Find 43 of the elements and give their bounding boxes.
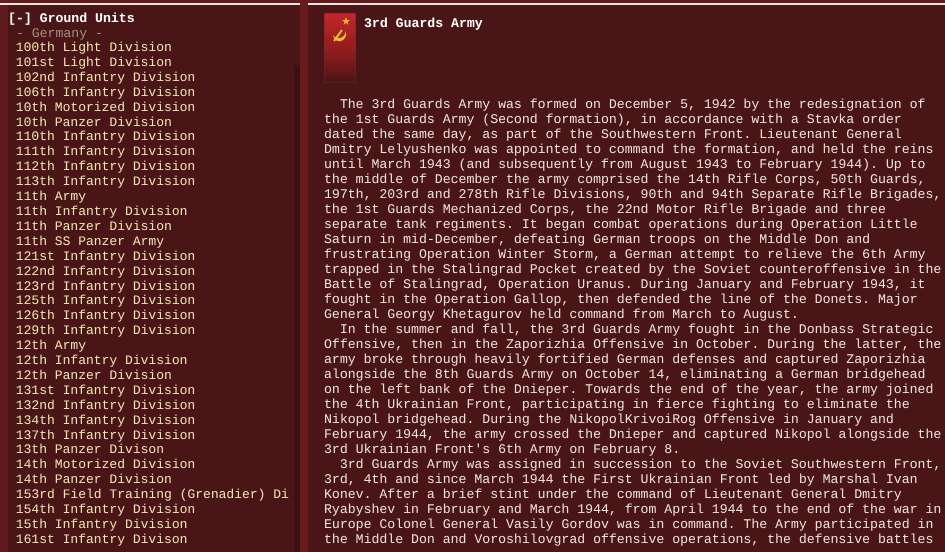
unit-list-item[interactable]: 11th Panzer Division — [8, 220, 172, 235]
unit-list-item[interactable]: 12th Infantry Division — [8, 354, 188, 369]
unit-list-item[interactable]: 125th Infantry Division — [8, 294, 196, 310]
unit-list-item[interactable]: 121st Infantry Division — [8, 250, 196, 265]
unit-list-item[interactable]: 123rd Infantry Division — [8, 280, 196, 294]
unit-list-item[interactable]: 110th Infantry Division — [8, 130, 196, 146]
unit-list-item[interactable]: 102nd Infantry Division — [8, 70, 196, 86]
group-label: - Germany - — [14, 26, 103, 41]
unit-list-item[interactable]: 12th Panzer Division — [8, 368, 172, 384]
unit-list-item[interactable]: 101st Light Division — [8, 56, 172, 71]
unit-list-item[interactable]: 126th Infantry Division — [8, 309, 196, 324]
tree-heading: Ground Units — [40, 11, 135, 26]
unit-list-item[interactable]: 11th Infantry Division — [8, 204, 188, 220]
unit-list-item[interactable]: 154th Infantry Division — [8, 503, 196, 518]
unit-list-item[interactable]: 161st Infantry Divison — [8, 532, 188, 548]
unit-list-item[interactable]: 10th Motorized Division — [8, 100, 196, 116]
unit-list-item[interactable]: 11th SS Panzer Army — [8, 234, 164, 250]
unit-list-item[interactable]: 122nd Infantry Division — [8, 264, 196, 280]
unit-list-item[interactable]: 12th Army — [8, 339, 86, 354]
unit-list-item[interactable]: 10th Panzer Division — [8, 116, 172, 130]
unit-list-item[interactable]: 100th Light Division — [8, 41, 172, 56]
unit-list-item[interactable]: 14th Motorized Division — [8, 458, 196, 474]
unit-list-item[interactable]: 106th Infantry Division — [8, 86, 196, 101]
unit-list-item[interactable]: 129th Infantry Division — [8, 324, 196, 340]
unit-list-item[interactable]: 11th Army — [8, 190, 86, 205]
unit-list-item[interactable]: 111th Infantry Division — [8, 145, 196, 160]
unit-list-item[interactable]: 14th Panzer Division — [8, 473, 172, 488]
unit-list-item[interactable]: 131st Infantry Division — [8, 384, 196, 399]
article-paragraph: In the summer and fall, the 3rd Guards Army fought in the Donbass Strategic Offensive, then in the Zaporizhia Offensive in October. During the latter, the army broke through heavily fortified German defenses and captured Zaporizhia alongside the 8th Guards Army on October 14, eliminating a German bridgehead on the left bank of the Dnieper. Towards the end of the year, the army joined the 4th Ukrainian Front, participating in fierce fighting to eliminate the Nikopol bridgehead. During the NikopolKrivoiRog Offensive in January and February 1944, the army crossed the Dnieper and captured Nikopol alongside the 3rd Ukrainian Front's 6th Army on February 8. — [324, 322, 942, 457]
collapse-toggle[interactable]: [-] — [8, 11, 32, 26]
article-paragraph: 3rd Guards Army was assigned in succession to the Soviet Southwestern Front, 3rd, 4th and since March 1944 the First Ukrainian Front led by Marshal Ivan Konev. After a brief stint under the command of Lieutenant General Dmitry Ryabyshev in February and March 1944, from April 1944 to the end of the war in Europe Colonel General Vasily Gordov was in command. The Army participated in the Middle Don and Voroshilovgrad offensive operations, the defensive battles — [324, 457, 942, 547]
unit-list-item[interactable]: 112th Infantry Division — [8, 160, 196, 176]
unit-list-item[interactable]: 132nd Infantry Division — [8, 398, 196, 414]
unit-list-item[interactable]: 13th Panzer Divison — [8, 443, 164, 458]
flag-icon — [324, 13, 356, 83]
unit-list-item[interactable]: 137th Infantry Division — [8, 428, 196, 444]
unit-list-item[interactable]: 134th Infantry Division — [8, 414, 196, 429]
article-paragraph: The 3rd Guards Army was formed on December 5, 1942 by the redesignation of the 1st Guards Army (Second formation), in accordance with a Stavka order dated the same day, as part of the Southwestern Front. Lieutenant General Dmitry Lelyushenko was appointed to command the formation, and held the reins until March 1943 (and subsequently from August 1943 to February 1944). Up to the middle of December the army comprised the 14th Rifle Corps, 50th Guards, 197th, 203rd and 278th Rifle Divisions, 90th and 94th Separate Rifle Brigades, the 1st Guards Mechanized Corps, the 22nd Motor Rifle Brigade and three separate tank regiments. It began combat operations during Operation Little Saturn in mid-December, defeating German troops on the Middle Don and frustrating Operation Winter Storm, a German attempt to relieve the 6th Army trapped in the Stalingrad Pocket created by the Soviet counteroffensive in the Battle of Stalingrad, Operation Uranus. During January and February 1943, it fought in the Operation Gallop, then defended the line of the Donets. Major General Georgy Khetagurov held command from March to August. — [324, 97, 942, 322]
article-title: 3rd Guards Army — [364, 15, 483, 31]
unit-list-item[interactable]: 153rd Field Training (Grenadier) Di — [8, 488, 289, 504]
unit-list-item[interactable]: 113th Infantry Division — [8, 175, 196, 190]
unit-list-item[interactable]: 15th Infantry Division — [8, 518, 188, 533]
scrollbar[interactable] — [294, 65, 300, 552]
